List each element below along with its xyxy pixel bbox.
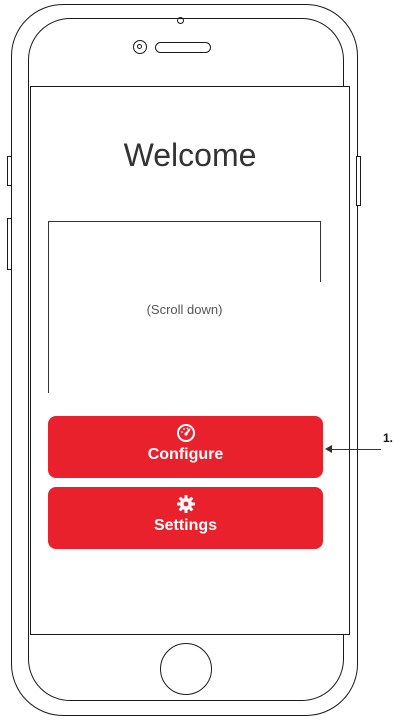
settings-button-label: Settings (153, 517, 218, 534)
callout-arrow-icon (325, 445, 332, 453)
page-title: Welcome (123, 137, 257, 173)
callout-line (327, 449, 381, 450)
front-camera-icon (133, 40, 147, 54)
configure-button-label: Configure (147, 446, 224, 463)
side-button-volume (7, 218, 12, 270)
gear-icon (176, 495, 195, 513)
settings-button[interactable]: Settings (48, 487, 323, 549)
scroll-hint-text: (Scroll down) (146, 302, 223, 317)
side-button-power (356, 156, 361, 206)
sensor-dot (177, 17, 184, 24)
callout-label: 1. (383, 431, 394, 445)
earpiece-speaker (155, 42, 211, 53)
scroll-content-area[interactable]: (Scroll down) (48, 221, 322, 402)
side-button-mute (7, 156, 12, 186)
phone-screen: Welcome (Scroll down) Configure Settings (30, 86, 350, 635)
speedometer-icon (176, 424, 195, 442)
configure-button[interactable]: Configure (48, 416, 323, 478)
home-button[interactable] (160, 643, 212, 695)
